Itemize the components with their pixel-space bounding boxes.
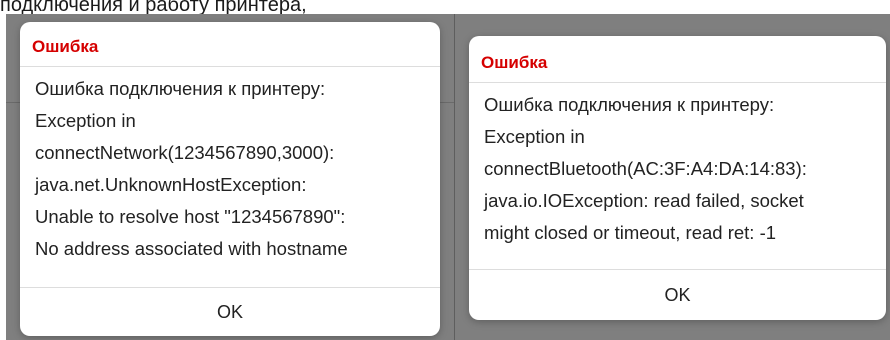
dialog-message-line: Ошибка подключения к принтеру: [35,78,326,99]
ok-button[interactable]: OK [634,279,720,312]
error-dialog-bluetooth: Ошибка Ошибка подключения к принтеру: Ex… [469,36,886,320]
error-dialog-network: Ошибка Ошибка подключения к принтеру: Ex… [20,22,440,336]
dialog-button-bar: OK [20,287,440,336]
dialog-title: Ошибка [481,53,548,72]
dialog-message-line: Exception in [35,110,136,131]
dialog-message-line: might closed or timeout, read ret: -1 [484,222,777,243]
dialog-message-line: connectNetwork(1234567890,3000): [35,142,335,163]
dialog-title: Ошибка [32,37,99,56]
dialog-message-line: connectBluetooth(AC:3F:A4:DA:14:83): [484,158,807,179]
dialog-message-line: Ошибка подключения к принтеру: [484,94,775,115]
dialog-message: Ошибка подключения к принтеру: Exception… [469,83,886,249]
ok-button[interactable]: OK [187,296,273,329]
dialog-message: Ошибка подключения к принтеру: Exception… [20,67,440,265]
dialog-message-line: Unable to resolve host "1234567890": [35,206,346,227]
dialog-button-bar: OK [469,269,886,320]
dialog-message-line: No address associated with hostname [35,238,348,259]
dialog-message-line: java.net.UnknownHostException: [35,174,307,195]
dialog-message-line: Exception in [484,126,585,147]
dialog-message-line: java.io.IOException: read failed, socket [484,190,804,211]
